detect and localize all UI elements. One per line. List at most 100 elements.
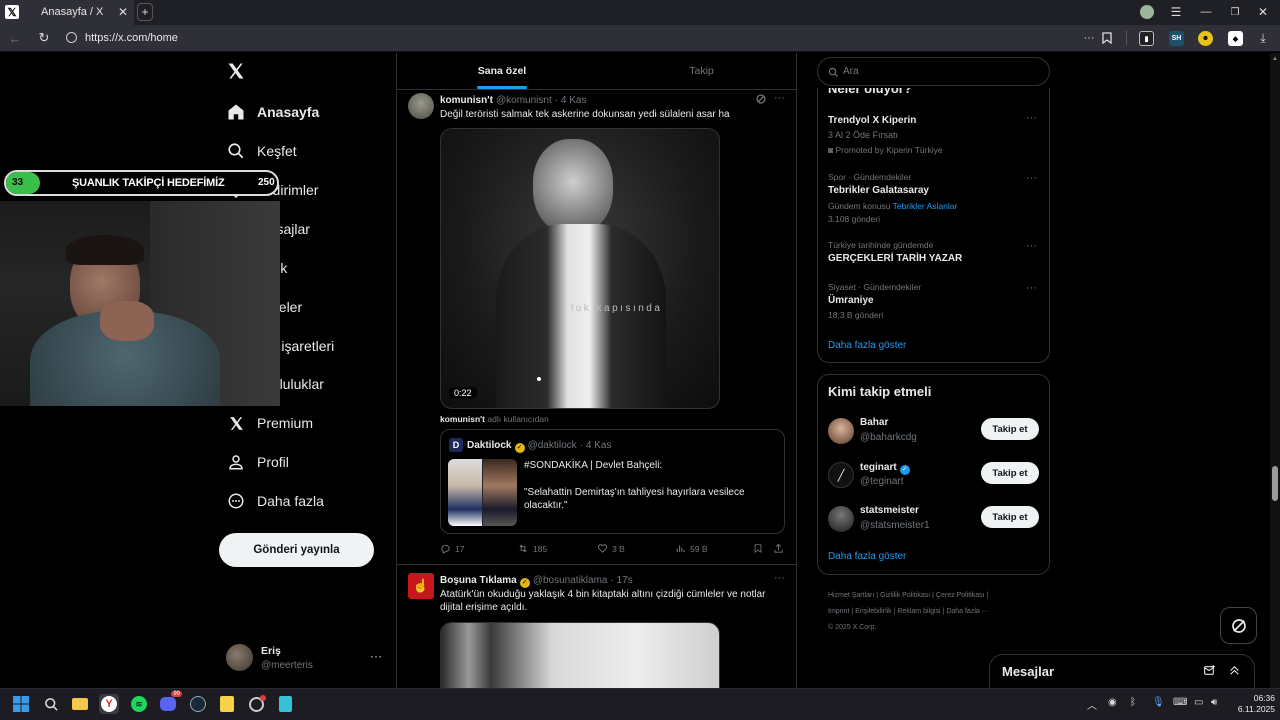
tweet-image[interactable]: [440, 622, 720, 688]
scroll-up-arrow[interactable]: ▲: [1272, 56, 1278, 62]
tab-takip[interactable]: Takip: [607, 53, 796, 89]
tray-volume-icon[interactable]: 🔊︎: [1211, 697, 1217, 708]
tray-steam-icon[interactable]: ◉: [1108, 697, 1117, 708]
extension-face-icon[interactable]: ☻: [1198, 31, 1213, 46]
footer-link[interactable]: Daha fazla ···: [946, 608, 988, 615]
discord-icon[interactable]: 99: [158, 691, 182, 714]
bookmark-page-icon[interactable]: [1101, 30, 1113, 46]
show-more-follow-link[interactable]: Daha fazla göster: [828, 551, 906, 562]
messages-drawer[interactable]: Mesajlar: [989, 654, 1255, 688]
author-name[interactable]: komunisn't: [440, 95, 493, 106]
tweet-video[interactable]: luk kapısında 0:22: [440, 128, 720, 409]
extension-twitch-icon[interactable]: ▮: [1139, 31, 1154, 46]
new-message-icon[interactable]: [1203, 664, 1216, 680]
like-button[interactable]: 3 B: [597, 543, 625, 554]
tweet[interactable]: ☝ Boşuna Tıklama ✓ @bosunatiklama · 17s …: [397, 566, 796, 688]
show-more-trends-link[interactable]: Daha fazla göster: [828, 340, 906, 351]
close-tab-icon[interactable]: ✕: [116, 4, 130, 20]
search-input[interactable]: Ara: [817, 57, 1050, 86]
browser-tab[interactable]: 𝕏 Anasayfa / X ✕: [0, 0, 134, 25]
scroll-thumb[interactable]: [1272, 466, 1278, 501]
bookmark-button[interactable]: [753, 543, 767, 554]
tab-sana-ozel[interactable]: Sana özel: [397, 53, 607, 89]
author-handle[interactable]: @komunisnt: [496, 95, 552, 106]
taskbar-search-icon[interactable]: [41, 694, 61, 714]
tray-display-icon[interactable]: ▭: [1194, 697, 1203, 708]
app-icon-notepad[interactable]: [217, 694, 237, 714]
follow-button[interactable]: Takip et: [981, 462, 1039, 484]
tray-keyboard-icon[interactable]: ⌨︎: [1173, 697, 1187, 708]
author-handle[interactable]: @bosunatiklama: [533, 575, 608, 586]
trend-more-icon[interactable]: ···: [1026, 172, 1037, 184]
tweet[interactable]: komunisn't @komunisnt · 4 Kas ··· Değil …: [397, 90, 796, 565]
address-field[interactable]: https://x.com/home: [60, 28, 1080, 48]
footer-link[interactable]: Hizmet Şartları: [828, 592, 874, 599]
file-explorer-icon[interactable]: [70, 694, 90, 714]
app-icon-notes[interactable]: [275, 694, 295, 714]
nav-item-premium[interactable]: Premium: [226, 410, 313, 436]
footer-link[interactable]: Erişilebilirlik: [855, 608, 892, 615]
share-button[interactable]: [773, 543, 788, 554]
tweet-time[interactable]: · 17s: [611, 575, 633, 586]
post-button[interactable]: Gönderi yayınla: [219, 533, 374, 567]
repost-button[interactable]: 185: [517, 543, 547, 554]
more-dots-icon[interactable]: ···: [1082, 30, 1096, 46]
footer-link[interactable]: Reklam bilgisi: [897, 608, 940, 615]
close-window-icon[interactable]: ✕: [1256, 4, 1270, 20]
back-icon[interactable]: ←: [8, 31, 22, 46]
account-switcher[interactable]: Eriş @meerteris ···: [226, 643, 386, 675]
tray-overflow-icon[interactable]: ︿: [1087, 697, 1097, 712]
restore-icon[interactable]: ❐: [1228, 4, 1242, 20]
reload-icon[interactable]: ↻: [37, 30, 51, 46]
trend-more-icon[interactable]: ···: [1026, 112, 1037, 124]
tray-clock[interactable]: 06:36 6.11.2025: [1230, 693, 1275, 715]
footer-link[interactable]: Çerez Politikası: [936, 592, 985, 599]
tweet-more-icon[interactable]: ···: [774, 572, 785, 584]
reply-button[interactable]: 17: [440, 543, 464, 554]
nav-item-kesfet[interactable]: Keşfet: [226, 138, 297, 164]
x-logo-icon[interactable]: [226, 61, 248, 83]
footer-link[interactable]: Imprint: [828, 608, 849, 615]
tweet-more-icon[interactable]: ···: [774, 92, 785, 104]
yandex-browser-icon[interactable]: Y: [99, 694, 119, 714]
follow-button[interactable]: Takip et: [981, 418, 1039, 440]
nav-item-profil[interactable]: Profil: [226, 449, 289, 475]
trend-item[interactable]: Siyaset · Gündemdekiler Ümraniye 18,3 B …: [818, 280, 1048, 325]
download-icon[interactable]: ⤓: [1256, 31, 1270, 46]
trend-item[interactable]: Spor · Gündemdekiler Tebrikler Galatasar…: [818, 170, 1048, 228]
quote-tweet[interactable]: D Daktilock ✓ @daktilock · 4 Kas #SONDAK…: [440, 429, 785, 534]
site-info-icon[interactable]: [66, 32, 77, 43]
trend-item[interactable]: Trendyol X Kiperin 3 Al 2 Öde Fırsatı ◙ …: [818, 112, 1048, 162]
trend-more-icon[interactable]: ···: [1026, 240, 1037, 252]
tweet-time[interactable]: · 4 Kas: [555, 95, 587, 106]
follow-button[interactable]: Takip et: [981, 506, 1039, 528]
grok-floating-button[interactable]: [1220, 607, 1257, 644]
views-button[interactable]: 59 B: [675, 543, 708, 554]
windows-start-icon[interactable]: [11, 694, 31, 714]
steam-icon[interactable]: [188, 694, 208, 714]
extension-sh-icon[interactable]: SH: [1169, 31, 1184, 46]
app-icon-gear[interactable]: [246, 694, 266, 714]
trend-item[interactable]: Türkiye tarihinde gündemde GERÇEKLERİ TA…: [818, 238, 1048, 270]
spotify-icon[interactable]: ≋: [129, 694, 149, 714]
footer-link[interactable]: Gizlilik Politikası: [880, 592, 930, 599]
menu-icon[interactable]: ☰: [1169, 4, 1183, 20]
author-name[interactable]: Boşuna Tıklama: [440, 575, 517, 586]
nav-item-anasayfa[interactable]: Anasayfa: [226, 99, 319, 125]
grok-ask-icon[interactable]: [755, 93, 768, 106]
topic-link[interactable]: Tebrikler Aslanlar: [893, 201, 958, 211]
nav-item-daha-fazla[interactable]: Daha fazla: [226, 488, 324, 514]
attribution-name[interactable]: komunisn't: [440, 414, 485, 424]
tray-mic-icon[interactable]: 🎙︎: [1152, 697, 1165, 708]
new-tab-button[interactable]: +: [137, 3, 153, 21]
minimize-icon[interactable]: —: [1199, 4, 1213, 20]
tray-bluetooth-icon[interactable]: ᛒ: [1130, 697, 1136, 708]
extension-diamond-icon[interactable]: ◆: [1228, 31, 1243, 46]
trend-more-icon[interactable]: ···: [1026, 282, 1037, 294]
url-text: https://x.com/home: [85, 32, 178, 44]
page-scrollbar[interactable]: ▲: [1270, 53, 1280, 688]
search-placeholder: Ara: [843, 66, 859, 77]
profile-avatar-icon[interactable]: [1140, 5, 1154, 19]
expand-icon[interactable]: [1228, 664, 1241, 680]
account-more-icon[interactable]: ···: [370, 649, 382, 663]
